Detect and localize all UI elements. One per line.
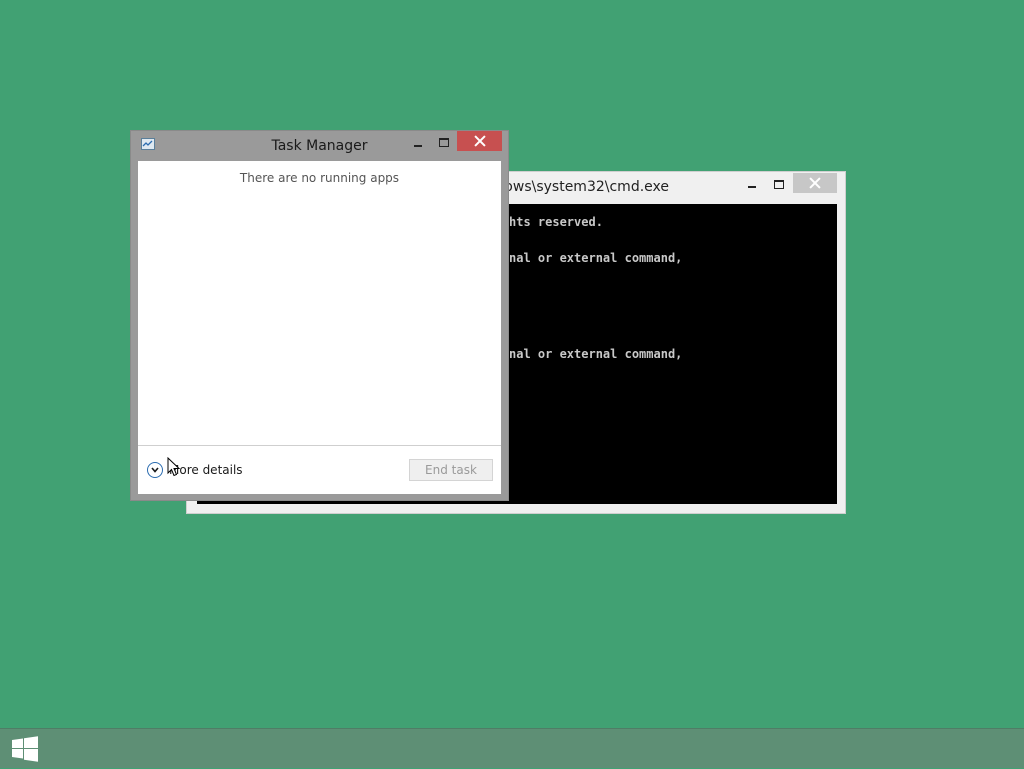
mouse-cursor-icon — [167, 456, 181, 481]
console-line: hts reserved. — [509, 215, 603, 229]
minimize-icon — [414, 145, 422, 147]
task-manager-content: There are no running apps More details E… — [138, 161, 501, 494]
maximize-icon — [774, 179, 784, 189]
empty-apps-message: There are no running apps — [239, 171, 400, 185]
console-line: nal or external command, — [509, 347, 683, 361]
task-manager-maximize-button[interactable] — [431, 132, 457, 152]
task-manager-window[interactable]: Task Manager There are no running apps M… — [130, 130, 509, 501]
end-task-button[interactable]: End task — [409, 459, 493, 481]
cmd-minimize-button[interactable] — [739, 174, 765, 194]
task-manager-close-button[interactable] — [457, 131, 502, 151]
start-button[interactable] — [0, 729, 50, 769]
taskbar — [0, 728, 1024, 768]
close-icon — [474, 135, 486, 147]
cmd-close-button[interactable] — [793, 173, 837, 193]
chevron-down-icon — [147, 462, 163, 478]
cmd-maximize-button[interactable] — [766, 174, 792, 194]
maximize-icon — [439, 137, 449, 147]
close-icon — [809, 177, 821, 189]
more-details-button[interactable]: More details — [147, 461, 243, 479]
footer-divider — [138, 445, 501, 446]
console-line: nal or external command, — [509, 251, 683, 265]
task-manager-minimize-button[interactable] — [405, 133, 431, 153]
windows-logo-icon — [12, 736, 38, 762]
minimize-icon — [748, 186, 756, 188]
